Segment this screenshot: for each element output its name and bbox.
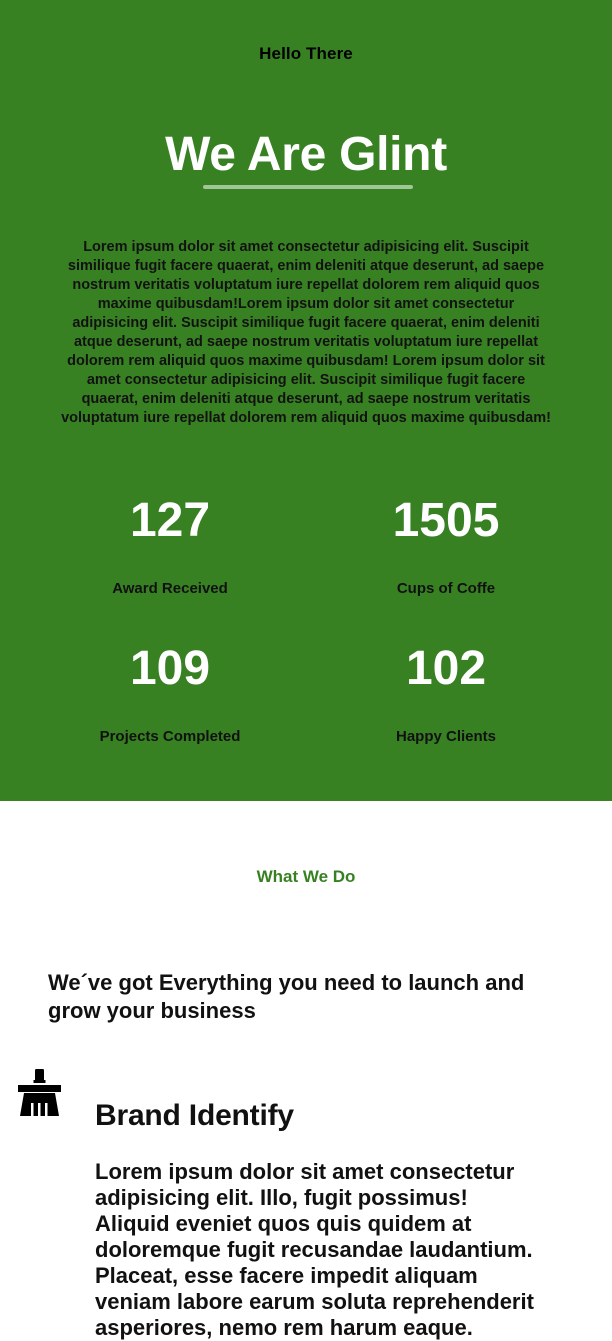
brush-icon [18, 1069, 61, 1116]
stat-value: 109 [129, 642, 211, 695]
hero-divider [203, 185, 413, 189]
stat-label: Award Received [112, 580, 228, 597]
hero-eyebrow: Hello There [259, 44, 353, 63]
stat-label: Projects Completed [99, 728, 241, 745]
hero-description: Lorem ipsum dolor sit amet consectetur a… [61, 238, 551, 426]
stat-happy-clients: 102 Happy Clients [308, 642, 584, 746]
stat-value: 127 [129, 494, 211, 547]
section-kicker: What We Do [256, 867, 356, 886]
hero-section: Hello There We Are Glint Lorem ipsum dol… [0, 0, 612, 801]
stat-value: 1505 [392, 494, 500, 547]
stat-projects-completed: 109 Projects Completed [32, 642, 308, 746]
hero-title: We Are Glint [165, 128, 447, 182]
service-description: Lorem ipsum dolor sit amet consectetur a… [95, 1159, 534, 1340]
section-heading: We´ve got Everything you need to launch … [48, 970, 525, 1024]
stat-cups-of-coffe: 1505 Cups of Coffe [308, 494, 584, 598]
service-title: Brand Identify [95, 1099, 294, 1132]
stat-label: Happy Clients [395, 728, 497, 745]
stats-grid: 127 Award Received 1505 Cups of Coffe 10… [32, 494, 584, 746]
stat-value: 102 [405, 642, 487, 695]
what-we-do-section: What We Do We´ve got Everything you need… [0, 801, 612, 1340]
stat-award-received: 127 Award Received [32, 494, 308, 598]
service-brand-identify: Brand Identify Lorem ipsum dolor sit ame… [18, 1067, 598, 1340]
stat-label: Cups of Coffe [396, 580, 496, 597]
